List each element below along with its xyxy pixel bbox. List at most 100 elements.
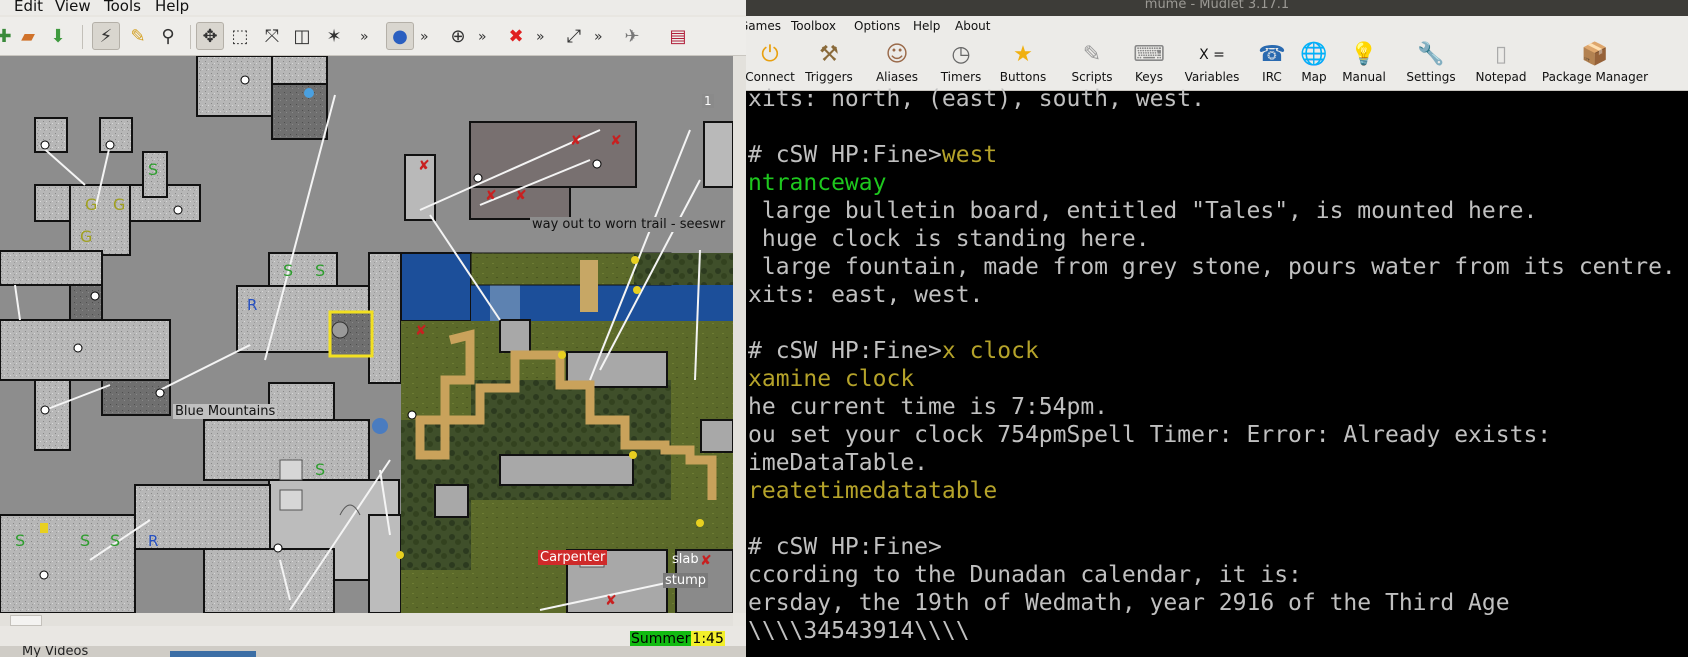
console-command: x clock [941, 338, 1039, 364]
edit-pencil-icon[interactable]: ✎ [124, 22, 152, 50]
player-icon[interactable]: ● [386, 22, 414, 50]
select-area-icon[interactable]: ⬚ [226, 22, 254, 50]
toolbar-irc[interactable]: ☎ IRC [1254, 40, 1290, 90]
magic-wand-icon[interactable]: ✶ [320, 22, 348, 50]
map-horizontal-scrollbar[interactable] [0, 613, 733, 626]
menu-edit[interactable]: Edit [14, 0, 43, 14]
zoom-fit-icon[interactable]: ⤢ [560, 22, 588, 50]
console-line: xamine clock [748, 366, 915, 392]
pin-icon[interactable]: ✈ [618, 22, 646, 50]
mapper-menubar: Edit View Tools Help [0, 0, 746, 15]
console-line: huge clock is standing here. [748, 226, 1150, 252]
toolbar-label: Timers [940, 70, 982, 84]
connect-tool-icon[interactable]: ⚡ [92, 22, 120, 50]
mapper-toolbar: ✚ ▰ ⬇ ⚡ ✎ ⚲ ✥ ⬚ ⤧ ◫ ✶ » ● » ⊕ » ✖ » ⤢ » … [0, 17, 746, 56]
console-line: xits: east, west. [748, 282, 984, 308]
taskbar-item-my-videos[interactable]: My Videos [22, 646, 88, 657]
toolbar-label: Keys [1134, 70, 1163, 84]
toolbar-scripts[interactable]: ✎ Scripts [1063, 40, 1121, 90]
save-icon[interactable]: ⬇ [44, 22, 72, 50]
menu-about[interactable]: About [955, 16, 990, 37]
menu-options[interactable]: Options [854, 16, 900, 37]
console-line: imeDataTable. [748, 450, 929, 476]
svg-text:✘: ✘ [515, 188, 527, 204]
select-room-icon[interactable]: ◫ [288, 22, 316, 50]
svg-text:G: G [113, 195, 125, 214]
config-icon[interactable]: ▤ [664, 22, 692, 50]
console-line: ccording to the Dunadan calendar, it is: [748, 562, 1302, 588]
link-tool-icon[interactable]: ⚲ [154, 22, 182, 50]
map-horizontal-scroll-thumb[interactable] [10, 615, 42, 626]
package-manager-icon: 📦 [1581, 42, 1609, 67]
map-label-carpenter: Carpenter [538, 550, 608, 565]
svg-text:✘: ✘ [610, 133, 622, 149]
svg-text:✘: ✘ [570, 133, 582, 149]
console-prompt-line: # cSW HP:Fine>west [748, 141, 997, 169]
toolbar-overflow-icon[interactable]: » [536, 29, 545, 45]
buttons-icon: ★ [1013, 42, 1033, 67]
toolbar-buttons[interactable]: ★ Buttons [994, 40, 1052, 90]
svg-text:✘: ✘ [700, 553, 712, 569]
console-line: ersday, the 19th of Wedmath, year 2916 o… [748, 590, 1510, 616]
toolbar-package-manager[interactable]: 📦 Package Manager [1535, 40, 1655, 90]
console-command: west [941, 142, 998, 168]
toolbar-notepad[interactable]: ▯ Notepad [1472, 40, 1530, 90]
console-line: large bulletin board, entitled "Tales", … [748, 198, 1538, 224]
menu-view[interactable]: View [55, 0, 91, 14]
map-level-indicator: 1 [702, 94, 714, 108]
toolbar-overflow-icon[interactable]: » [478, 29, 487, 45]
toolbar-timers[interactable]: ◷ Timers [933, 40, 989, 90]
room-add-icon[interactable]: ⊕ [444, 22, 472, 50]
console-line: ou set your clock 754pmSpell Timer: Erro… [748, 422, 1552, 448]
console-line: he current time is 7:54pm. [748, 394, 1109, 420]
svg-text:✘: ✘ [418, 158, 430, 174]
toolbar-settings[interactable]: 🔧 Settings [1400, 40, 1462, 90]
console-prompt-line: # cSW HP:Fine>x clock [748, 337, 1039, 365]
toolbar-overflow-icon[interactable]: » [594, 29, 603, 45]
map-label-stump: stump [663, 573, 709, 588]
toolbar-keys[interactable]: ⌨ Keys [1125, 40, 1173, 90]
svg-text:S: S [315, 261, 325, 280]
svg-text:✘: ✘ [485, 188, 497, 204]
svg-text:G: G [85, 195, 97, 214]
menu-tools[interactable]: Tools [104, 0, 141, 14]
toolbar-label: Settings [1406, 70, 1456, 84]
mudlet-menubar: Games Toolbox Options Help About [746, 16, 1688, 37]
connect-rooms-icon[interactable]: ⤧ [258, 22, 286, 50]
settings-icon: 🔧 [1417, 42, 1445, 67]
toolbar-variables[interactable]: X = Variables [1177, 40, 1247, 90]
svg-text:S: S [283, 261, 293, 280]
map-vertical-scrollbar[interactable] [733, 56, 746, 613]
toolbar-aliases[interactable]: ☺ Aliases [866, 40, 928, 90]
toolbar-manual[interactable]: 💡 Manual [1338, 40, 1390, 90]
menu-toolbox[interactable]: Toolbox [791, 16, 836, 37]
console-prompt: # cSW HP:Fine> [748, 142, 942, 168]
mud-console-output[interactable]: xits: north, (east), south, west. # cSW H… [746, 86, 1688, 657]
toolbar-label: Manual [1342, 70, 1386, 84]
toolbar-overflow-icon[interactable]: » [420, 29, 429, 45]
menu-help[interactable]: Help [155, 0, 189, 14]
open-folder-icon[interactable]: ▰ [14, 22, 42, 50]
toolbar-label: Connect [746, 70, 795, 84]
toolbar-label: Buttons [999, 70, 1047, 84]
manual-icon: 💡 [1350, 42, 1378, 67]
map-drawing[interactable]: S S S G G G R R S S S S ✘ ✘ ✘ ✘ ✘ ✘ ✘ ✘ [0, 56, 733, 613]
svg-text:R: R [148, 532, 158, 550]
svg-text:✘: ✘ [605, 593, 617, 609]
toolbar-map[interactable]: 🌐 Map [1296, 40, 1332, 90]
notepad-icon: ▯ [1494, 42, 1508, 67]
move-tool-icon[interactable]: ✥ [196, 22, 224, 50]
delete-icon[interactable]: ✖ [502, 22, 530, 50]
irc-icon: ☎ [1258, 42, 1286, 67]
toolbar-label: Variables [1184, 70, 1240, 84]
toolbar-connect[interactable]: ⏻ Connect [746, 40, 795, 90]
console-line: reatetimedatatable [748, 478, 998, 504]
toolbar-label: Scripts [1071, 70, 1113, 84]
map-canvas[interactable]: S S S G G G R R S S S S ✘ ✘ ✘ ✘ ✘ ✘ ✘ ✘ … [0, 56, 733, 613]
menu-help[interactable]: Help [913, 16, 940, 37]
toolbar-overflow-icon[interactable]: » [360, 29, 369, 45]
menu-games[interactable]: Games [746, 16, 781, 37]
taskbar-active-item[interactable] [170, 651, 256, 657]
toolbar-triggers[interactable]: ⚒ Triggers [797, 40, 861, 90]
keys-icon: ⌨ [1133, 42, 1165, 67]
